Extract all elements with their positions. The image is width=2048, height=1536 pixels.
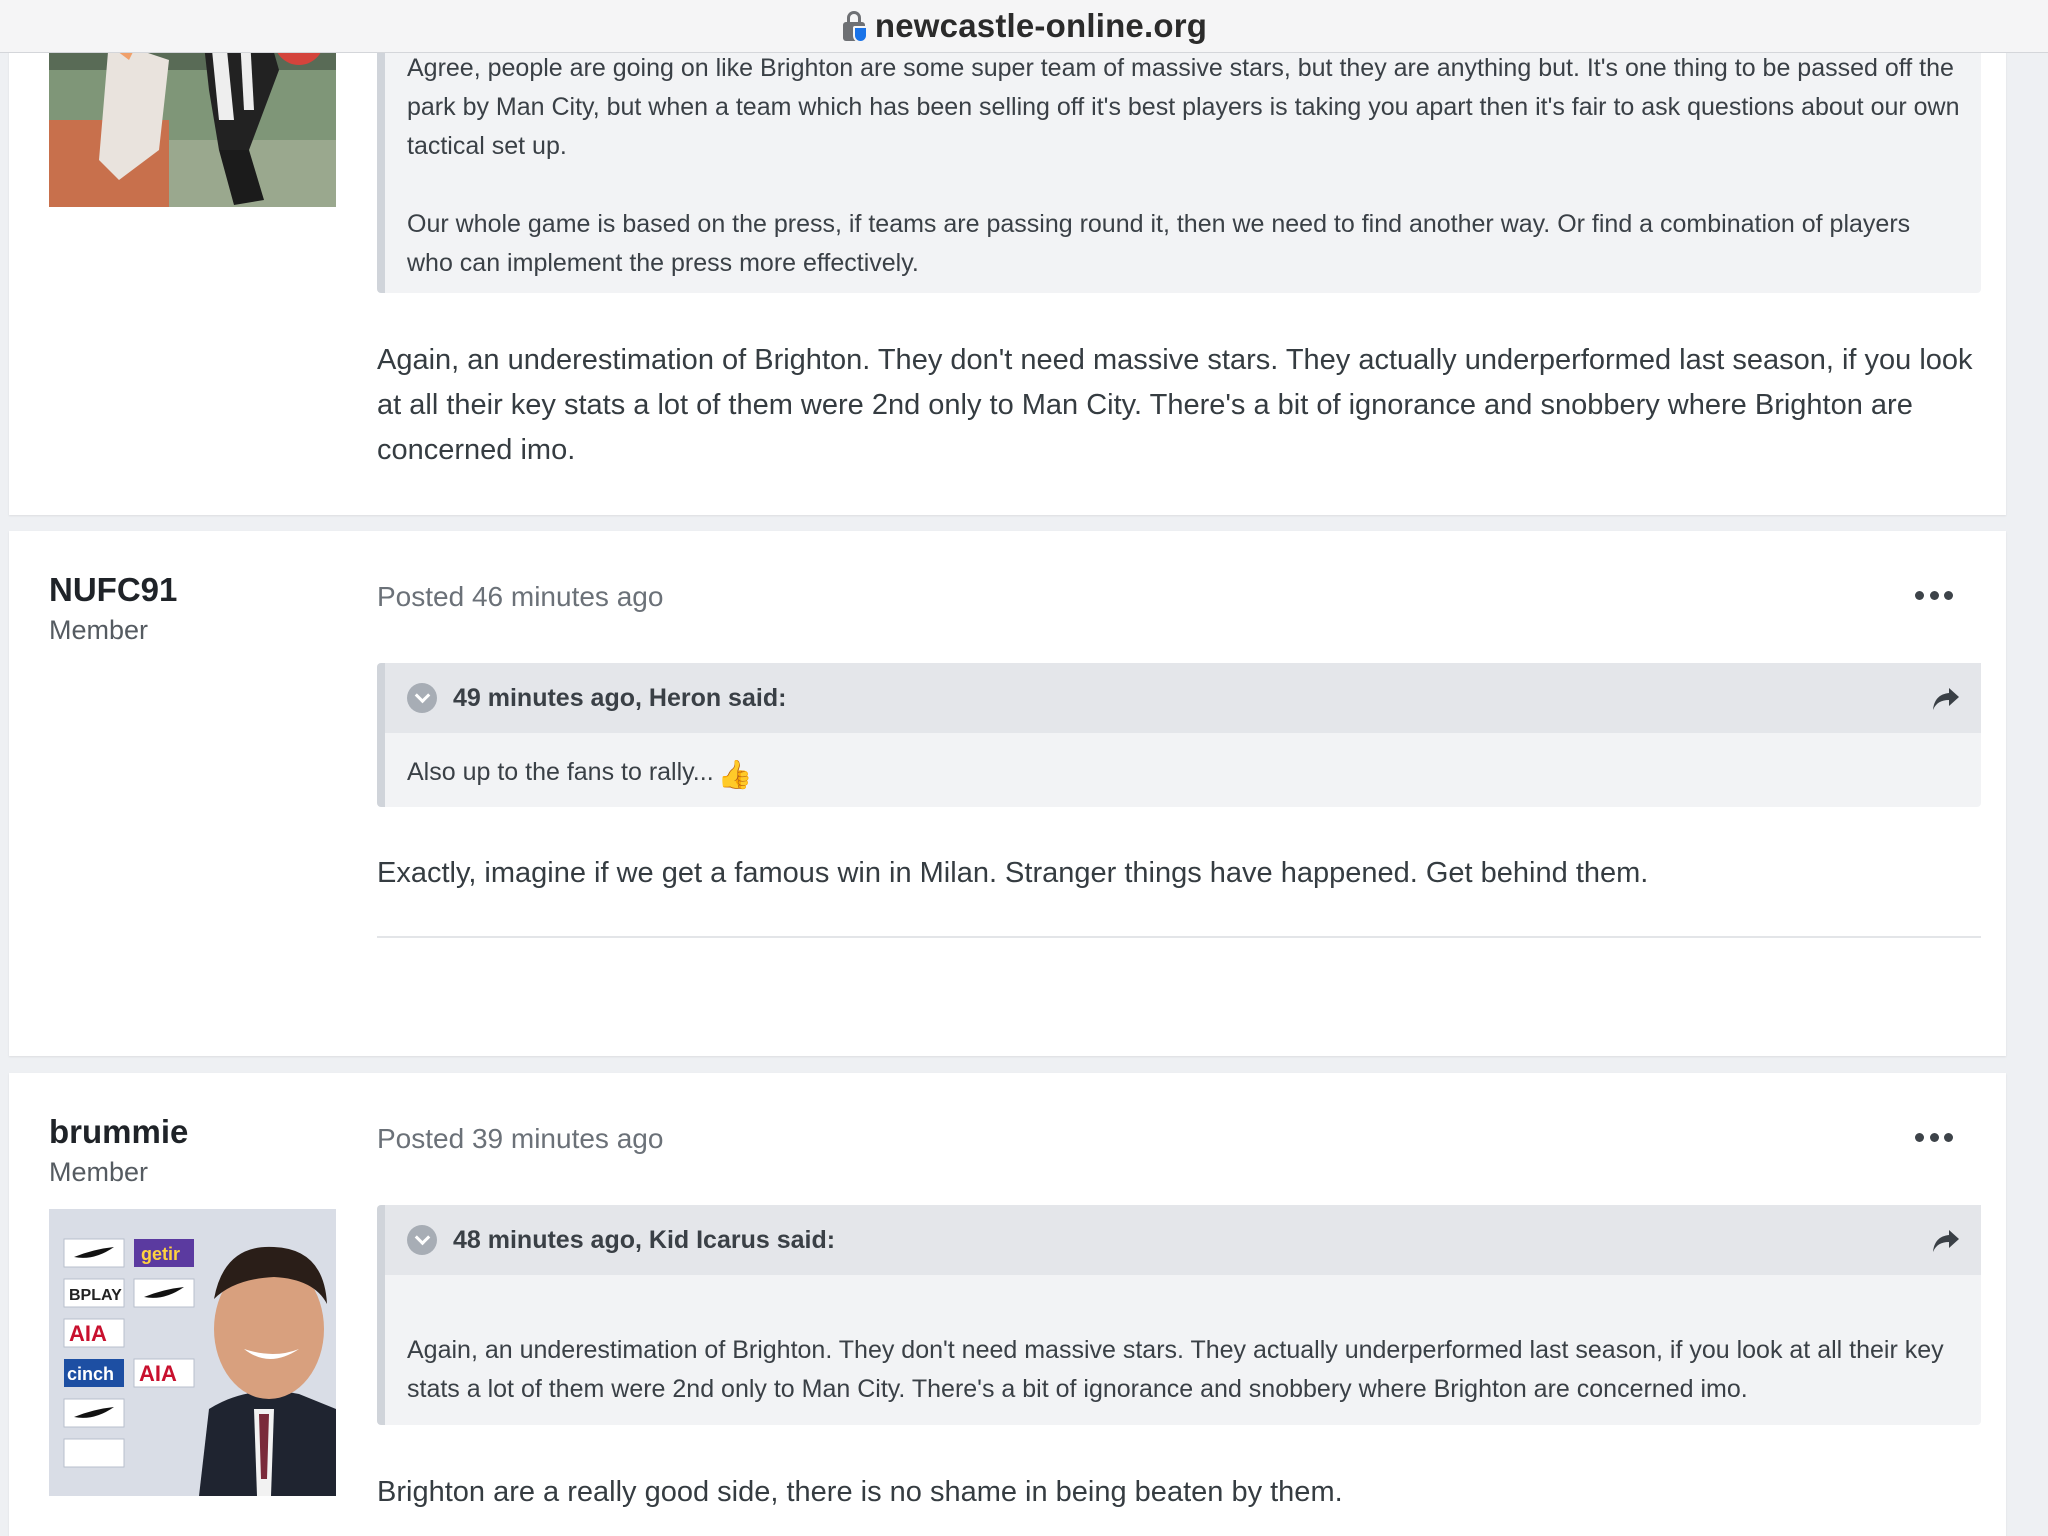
collapse-toggle-icon[interactable] [407,1225,437,1255]
author-name[interactable]: NUFC91 [49,571,177,609]
quote-citation[interactable]: 49 minutes ago, Heron said: [453,684,786,713]
post-text: Exactly, imagine if we get a famous win … [377,857,1649,889]
quote-text: Again, an underestimation of Brighton. T… [407,1336,1944,1403]
share-arrow-icon[interactable] [1931,1227,1961,1255]
share-arrow-icon[interactable] [1931,685,1961,713]
forum-post: NUFC91 Member Posted 46 minutes ago 49 m… [9,531,2006,1056]
collapse-toggle-icon[interactable] [407,683,437,713]
post-text: Again, an underestimation of Brighton. T… [377,344,1973,466]
sponsor-aia: AIA [139,1361,177,1386]
author-role: Member [49,1157,149,1187]
quote-block: Agree, people are going on like Brighton… [377,43,1981,293]
quote-text: Also up to the fans to rally... [407,758,714,786]
author-name[interactable]: brummie [49,1113,188,1151]
quote-block: 48 minutes ago, Kid Icarus said: Again, … [377,1205,1981,1425]
post-menu-icon[interactable] [1915,587,1953,603]
thumbs-up-emoji: 👍 [717,759,753,790]
quote-paragraph: Agree, people are going on like Brighton… [407,54,1960,160]
forum-post: Agree, people are going on like Brighton… [9,0,2006,515]
quote-block: 49 minutes ago, Heron said: Also up to t… [377,663,1981,807]
post-timestamp[interactable]: Posted 46 minutes ago [377,581,663,613]
sponsor-aia: AIA [69,1321,107,1346]
quote-header: 48 minutes ago, Kid Icarus said: [385,1205,1981,1275]
quote-header: 49 minutes ago, Heron said: [385,663,1981,733]
post-divider [377,936,1981,938]
url-domain: newcastle-online.org [874,7,1208,44]
author-role: Member [49,615,149,645]
post-menu-icon[interactable] [1915,1129,1953,1145]
quote-citation[interactable]: 48 minutes ago, Kid Icarus said: [453,1226,835,1255]
forum-post: brummie Member getir BPLAY AIA cinch AIA [9,1073,2006,1536]
sponsor-getir: getir [141,1244,180,1264]
post-text: Brighton are a really good side, there i… [377,1476,1343,1508]
avatar[interactable]: getir BPLAY AIA cinch AIA [49,1209,336,1496]
post-timestamp[interactable]: Posted 39 minutes ago [377,1123,663,1155]
lock-icon [841,9,868,43]
sponsor-bplay: BPLAY [69,1287,122,1304]
sponsor-cinch: cinch [67,1364,114,1384]
quote-paragraph: Our whole game is based on the press, if… [407,210,1911,277]
browser-url-bar[interactable]: newcastle-online.org [0,0,2048,53]
